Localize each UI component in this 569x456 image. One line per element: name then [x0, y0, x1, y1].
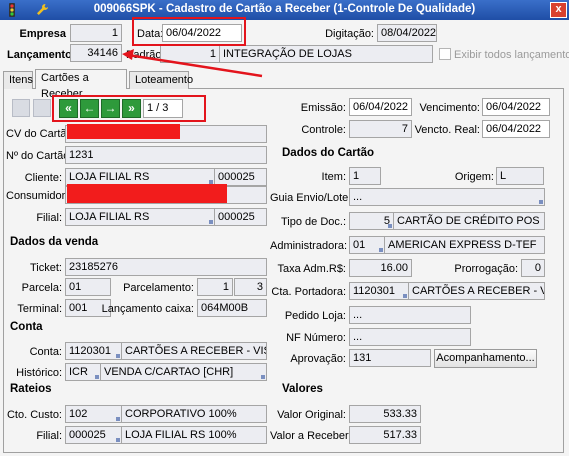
- pedido-loja-label: Pedido Loja:: [284, 310, 346, 322]
- dados-cartao-heading: Dados do Cartão: [282, 147, 375, 159]
- tipo-doc-label: Tipo de Doc.:: [280, 216, 346, 228]
- document-icon[interactable]: [12, 99, 30, 117]
- dados-venda-heading: Dados da venda: [10, 236, 99, 248]
- item-field[interactable]: 1: [349, 167, 381, 185]
- historico-code-field[interactable]: ICR: [65, 363, 101, 381]
- digitacao-label: Digitação:: [325, 28, 374, 40]
- valor-original-field[interactable]: 533.33: [349, 405, 421, 423]
- taxa-adm-label: Taxa Adm.R$:: [277, 263, 346, 275]
- parcelamento-a-field[interactable]: 1: [197, 278, 233, 296]
- origem-label: Origem:: [454, 171, 494, 183]
- annotation-box-nav: [52, 95, 206, 122]
- nf-numero-field[interactable]: ...: [349, 328, 471, 346]
- origem-field[interactable]: L: [496, 167, 544, 185]
- parcelamento-label: Parcelamento:: [123, 282, 194, 294]
- nf-numero-label: NF Número:: [286, 332, 346, 344]
- conta-heading: Conta: [10, 321, 43, 333]
- aprovacao-field[interactable]: 131: [349, 349, 431, 367]
- close-button[interactable]: x: [550, 2, 567, 18]
- tipo-doc-desc-field: CARTÃO DE CRÉDITO POS: [393, 212, 545, 230]
- conta-label: Conta:: [29, 346, 62, 358]
- ticket-field[interactable]: 23185276: [65, 258, 267, 276]
- filial-field[interactable]: LOJA FILIAL RS: [65, 208, 215, 226]
- historico-label: Histórico:: [16, 367, 62, 379]
- conta-code-field[interactable]: 1120301: [65, 342, 122, 360]
- ticket-label: Ticket:: [30, 262, 62, 274]
- emissao-label: Emissão:: [300, 102, 346, 114]
- document-edit-icon[interactable]: [33, 99, 51, 117]
- padrao-label: Padrão:: [126, 49, 165, 61]
- valor-receber-label: Valor a Receber:: [270, 430, 352, 442]
- cto-custo-code-field[interactable]: 102: [65, 405, 122, 423]
- padrao-desc-field: INTEGRAÇÃO DE LOJAS: [219, 45, 433, 63]
- cartao-receber-window: 009066SPK - Cadastro de Cartão a Receber…: [0, 0, 569, 456]
- num-cartao-label: Nº do Cartão:: [6, 150, 73, 162]
- valor-receber-field[interactable]: 517.33: [349, 426, 421, 444]
- valores-heading: Valores: [282, 383, 323, 395]
- prorrogacao-label: Prorrogação:: [454, 263, 518, 275]
- emissao-field[interactable]: 06/04/2022: [349, 98, 412, 116]
- annotation-box-data: [132, 17, 246, 46]
- guia-envio-label: Guia Envio/Lote:: [270, 192, 352, 204]
- controle-field[interactable]: 7: [349, 120, 412, 138]
- parcelamento-b-field[interactable]: 3: [234, 278, 267, 296]
- tab-loteamento[interactable]: Loteamento: [129, 71, 193, 89]
- exibir-todos-label: Exibir todos lançamentos: [454, 49, 569, 61]
- cta-portadora-desc-field: CARTÕES A RECEBER - VISA: [408, 282, 545, 300]
- tab-itens[interactable]: Itens: [3, 71, 33, 89]
- vencimento-field[interactable]: 06/04/2022: [482, 98, 550, 116]
- empresa-field[interactable]: 1: [70, 24, 122, 42]
- filial-code-field: 000025: [214, 208, 267, 226]
- cto-custo-label: Cto. Custo:: [6, 409, 62, 421]
- historico-desc-field: VENDA C/CARTAO [CHR]: [100, 363, 267, 381]
- cto-custo-desc-field: CORPORATIVO 100%: [121, 405, 267, 423]
- lancamento-caixa-label: Lançamento caixa:: [101, 303, 194, 315]
- cta-portadora-label: Cta. Portadora:: [271, 286, 346, 298]
- redaction-consumidor: [67, 184, 227, 203]
- pedido-loja-field[interactable]: ...: [349, 306, 471, 324]
- parcela-field[interactable]: 01: [65, 278, 111, 296]
- num-cartao-field[interactable]: 1231: [65, 146, 267, 164]
- terminal-label: Terminal:: [17, 303, 62, 315]
- consumidor-label: Consumidor:: [6, 190, 69, 202]
- tab-cartoes-receber[interactable]: Cartões a Receber: [35, 69, 127, 100]
- tipo-doc-code-field[interactable]: 5: [349, 212, 394, 230]
- cta-portadora-code-field[interactable]: 1120301: [349, 282, 409, 300]
- rateios-heading: Rateios: [10, 383, 52, 395]
- valor-original-label: Valor Original:: [277, 409, 346, 421]
- conta-desc-field: CARTÕES A RECEBER - VISA: [121, 342, 267, 360]
- controle-label: Controle:: [301, 124, 346, 136]
- administradora-desc-field: AMERICAN EXPRESS D-TEF: [384, 236, 545, 254]
- title-bar: 009066SPK - Cadastro de Cartão a Receber…: [0, 0, 569, 20]
- digitacao-field[interactable]: 08/04/2022: [377, 24, 437, 42]
- prorrogacao-field[interactable]: 0: [521, 259, 545, 277]
- rateio-filial-desc-field: LOJA FILIAL RS 100%: [121, 426, 267, 444]
- aprovacao-label: Aprovação:: [290, 353, 346, 365]
- exibir-todos-checkbox[interactable]: [439, 48, 451, 60]
- taxa-adm-field[interactable]: 16.00: [349, 259, 412, 277]
- lancamento-label: Lançamento: [7, 49, 72, 61]
- acompanhamento-button[interactable]: Acompanhamento...: [434, 349, 537, 368]
- cliente-label: Cliente:: [24, 172, 62, 184]
- administradora-code-field[interactable]: 01: [349, 236, 385, 254]
- vencto-real-label: Vencto. Real:: [414, 124, 480, 136]
- vencimento-label: Vencimento:: [419, 102, 480, 114]
- guia-envio-field[interactable]: ...: [349, 188, 545, 206]
- padrao-code-field[interactable]: 1: [160, 45, 220, 63]
- parcela-label: Parcela:: [21, 282, 62, 294]
- window-title: 009066SPK - Cadastro de Cartão a Receber…: [93, 3, 476, 15]
- item-label: Item:: [321, 171, 346, 183]
- rateio-filial-code-field[interactable]: 000025: [65, 426, 122, 444]
- filial-label: Filial:: [36, 212, 62, 224]
- lancamento-field[interactable]: 34146: [70, 44, 122, 62]
- vencto-real-field[interactable]: 06/04/2022: [482, 120, 550, 138]
- empresa-label: Empresa: [19, 28, 66, 40]
- lancamento-caixa-field[interactable]: 064M00B: [197, 299, 267, 317]
- rateio-filial-label: Filial:: [36, 430, 62, 442]
- administradora-label: Administradora:: [270, 240, 348, 252]
- redaction-cv: [67, 124, 180, 139]
